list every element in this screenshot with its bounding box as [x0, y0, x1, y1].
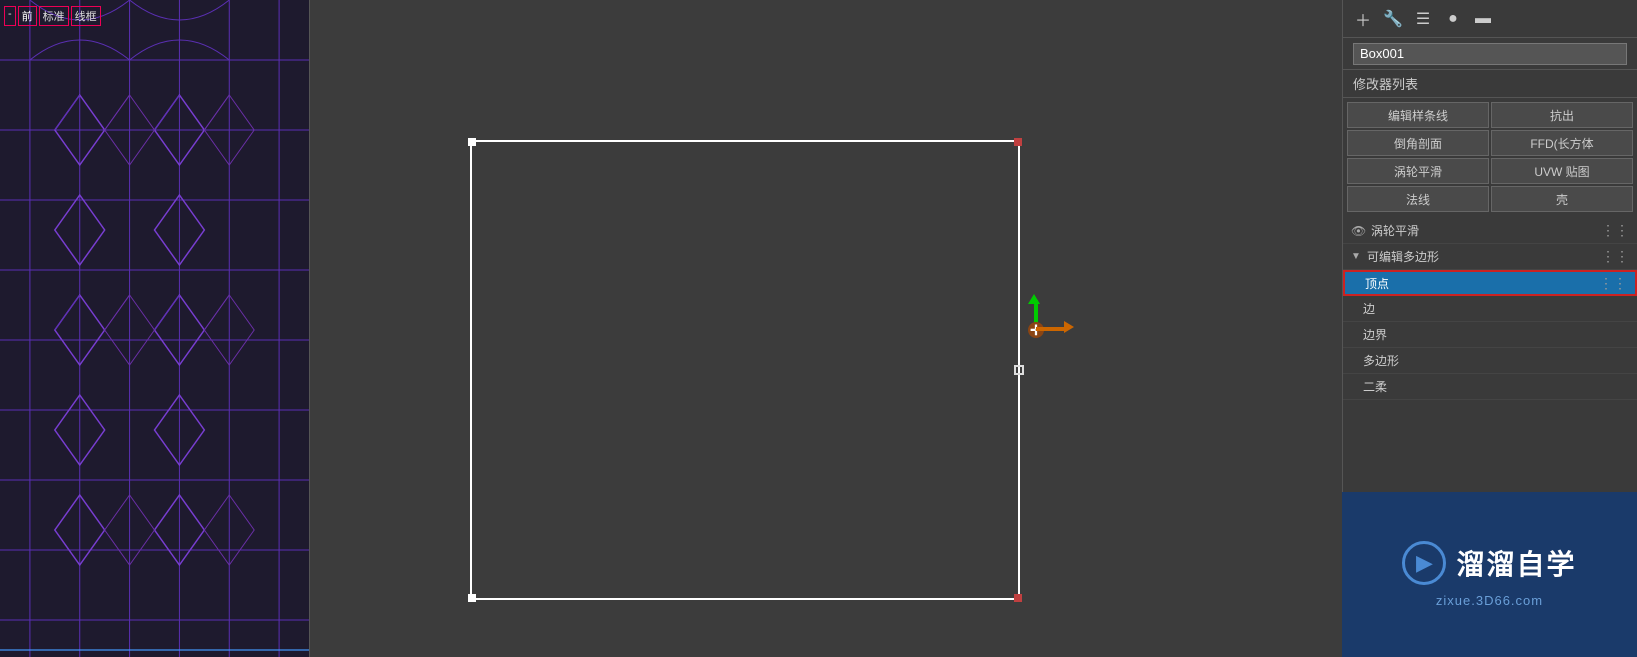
corner-br — [1014, 594, 1022, 602]
rect-icon[interactable]: ▬ — [1471, 7, 1495, 31]
mod-label-turbosmooth: 涡轮平滑 — [1371, 222, 1595, 239]
btn-shell[interactable]: 壳 — [1491, 186, 1633, 212]
object-name-bar — [1343, 38, 1637, 70]
gizmo-x-arrow — [1064, 321, 1074, 333]
btn-turbosmooth[interactable]: 涡轮平滑 — [1347, 158, 1489, 184]
watermark-site: zixue.3D66.com — [1436, 593, 1543, 608]
btn-uvw[interactable]: UVW 贴图 — [1491, 158, 1633, 184]
mod-item-polygon[interactable]: 多边形 — [1343, 348, 1637, 374]
watermark-logo-icon: ▶ — [1402, 541, 1446, 585]
btn-bevel-profile[interactable]: 倒角剖面 — [1347, 130, 1489, 156]
expand-arrow-poly: ▼ — [1351, 251, 1361, 262]
btn-extrude[interactable]: 抗出 — [1491, 102, 1633, 128]
label-standard[interactable]: 标准 — [39, 6, 69, 26]
corner-tr — [1014, 138, 1022, 146]
dots-icon-vertex: ⋮⋮ — [1599, 275, 1627, 292]
mod-label-polygon: 多边形 — [1363, 352, 1629, 369]
mod-item-vertex[interactable]: 顶点 ⋮⋮ — [1343, 270, 1637, 296]
modifier-icon[interactable]: 🔧 — [1381, 7, 1405, 31]
list-icon[interactable]: ☰ — [1411, 7, 1435, 31]
panel-toolbar: ＋ 🔧 ☰ ● ▬ — [1343, 0, 1637, 38]
modifier-grid: 编辑样条线 抗出 倒角剖面 FFD(长方体 涡轮平滑 UVW 贴图 法线 壳 — [1343, 98, 1637, 216]
handle-right-mid — [1014, 365, 1024, 375]
modifiers-section-label: 修改器列表 — [1353, 74, 1418, 93]
wireframe-svg — [0, 0, 309, 657]
add-icon[interactable]: ＋ — [1351, 7, 1375, 31]
mod-label-edge: 边 — [1363, 300, 1629, 317]
dots-icon-turbosmooth: ⋮⋮ — [1601, 222, 1629, 239]
dots-icon-poly: ⋮⋮ — [1601, 248, 1629, 265]
mod-label-border: 边界 — [1363, 326, 1629, 343]
modifiers-section-header: 修改器列表 — [1343, 70, 1637, 98]
left-viewport[interactable]: - 前 标准 线框 — [0, 0, 310, 657]
corner-bl — [468, 594, 476, 602]
mod-item-edge[interactable]: 边 — [1343, 296, 1637, 322]
label-front[interactable]: 前 — [18, 6, 37, 26]
watermark-text-big: 溜溜自学 — [1456, 543, 1576, 583]
label-wireframe[interactable]: 线框 — [71, 6, 101, 26]
mod-item-editable-poly[interactable]: ▼ 可编辑多边形 ⋮⋮ — [1343, 244, 1637, 270]
right-panel: ＋ 🔧 ☰ ● ▬ 修改器列表 编辑样条线 抗出 倒角剖面 FFD(长方体 涡轮… — [1342, 0, 1637, 657]
mod-label-element: 二柔 — [1363, 378, 1629, 395]
mod-item-element[interactable]: 二柔 — [1343, 374, 1637, 400]
watermark-play-icon: ▶ — [1416, 550, 1433, 576]
label-minus[interactable]: - — [4, 6, 16, 26]
viewport-label-left: - 前 标准 线框 — [4, 6, 101, 26]
move-gizmo: ✛ — [1006, 300, 1066, 360]
btn-normals[interactable]: 法线 — [1347, 186, 1489, 212]
circle-icon[interactable]: ● — [1441, 7, 1465, 31]
watermark-logo-row: ▶ 溜溜自学 — [1402, 541, 1576, 585]
corner-tl — [468, 138, 476, 146]
watermark-area: ▶ 溜溜自学 zixue.3D66.com — [1342, 492, 1637, 657]
object-name-input[interactable] — [1353, 43, 1627, 65]
eye-icon-turbosmooth: 👁 — [1351, 224, 1365, 238]
center-square — [470, 140, 1020, 600]
btn-edit-spline[interactable]: 编辑样条线 — [1347, 102, 1489, 128]
btn-ffd[interactable]: FFD(长方体 — [1491, 130, 1633, 156]
mod-item-turbosmooth[interactable]: 👁 涡轮平滑 ⋮⋮ — [1343, 218, 1637, 244]
mod-label-vertex: 顶点 — [1365, 275, 1593, 292]
mod-label-editable-poly: 可编辑多边形 — [1367, 248, 1595, 265]
center-viewport[interactable]: ✛ — [310, 0, 1342, 657]
gizmo-x-axis — [1036, 327, 1066, 331]
mod-item-border[interactable]: 边界 — [1343, 322, 1637, 348]
